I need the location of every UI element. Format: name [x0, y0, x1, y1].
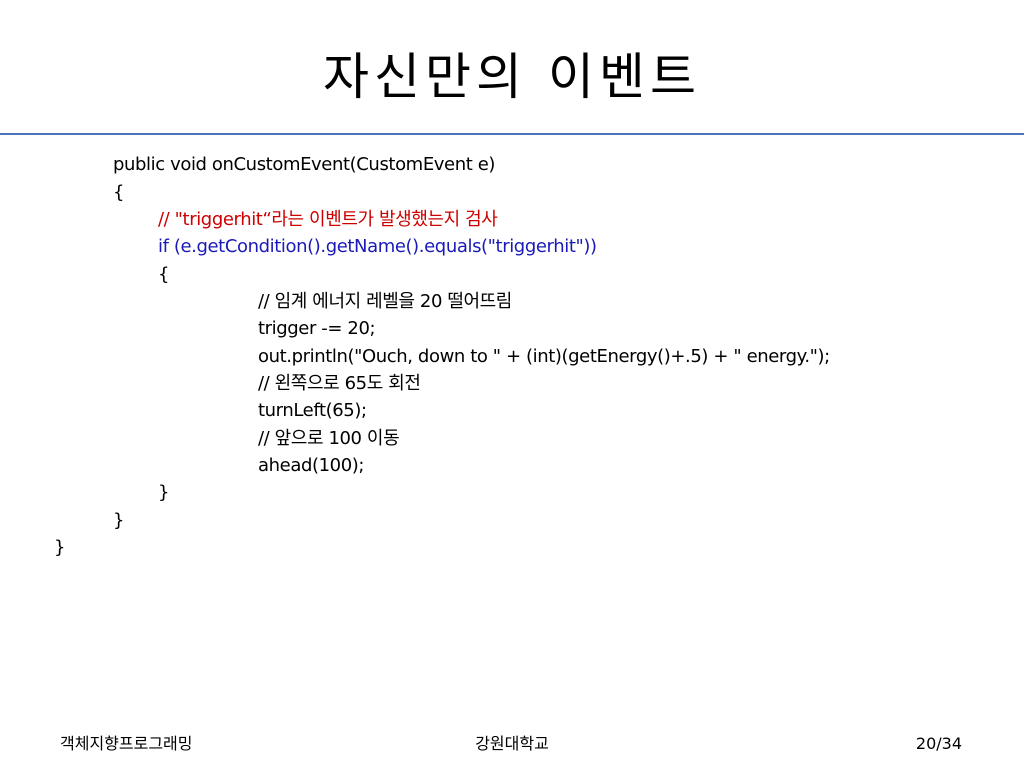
- footer-page-number: 20/34: [915, 734, 962, 753]
- code-line-method-close-brace: }: [113, 510, 125, 531]
- code-line-if-open-brace: {: [158, 264, 170, 285]
- code-line-println: out.println("Ouch, down to " + (int)(get…: [258, 346, 830, 367]
- code-line-comment-ahead: // 앞으로 100 이동: [258, 428, 400, 449]
- code-line-method-signature: public void onCustomEvent(CustomEvent e): [113, 154, 496, 175]
- footer-school: 강원대학교: [475, 734, 549, 753]
- code-line-class-close-brace: }: [54, 537, 66, 558]
- code-line-trigger-decrement: trigger -= 20;: [258, 318, 376, 339]
- code-line-if-condition: if (e.getCondition().getName().equals("t…: [158, 236, 597, 257]
- code-line-turnleft: turnLeft(65);: [258, 400, 367, 421]
- code-line-comment-energy: // 임계 에너지 레벨을 20 떨어뜨림: [258, 291, 512, 312]
- code-line-comment-turn: // 왼쪽으로 65도 회전: [258, 373, 421, 394]
- code-line-if-close-brace: }: [158, 482, 170, 503]
- title-divider: [0, 133, 1024, 135]
- code-line-open-brace: {: [113, 182, 125, 203]
- code-line-comment-trigger: // "triggerhit“라는 이벤트가 발생했는지 검사: [158, 209, 498, 230]
- slide-title: 자신만의 이벤트: [323, 48, 701, 106]
- code-line-ahead: ahead(100);: [258, 455, 365, 476]
